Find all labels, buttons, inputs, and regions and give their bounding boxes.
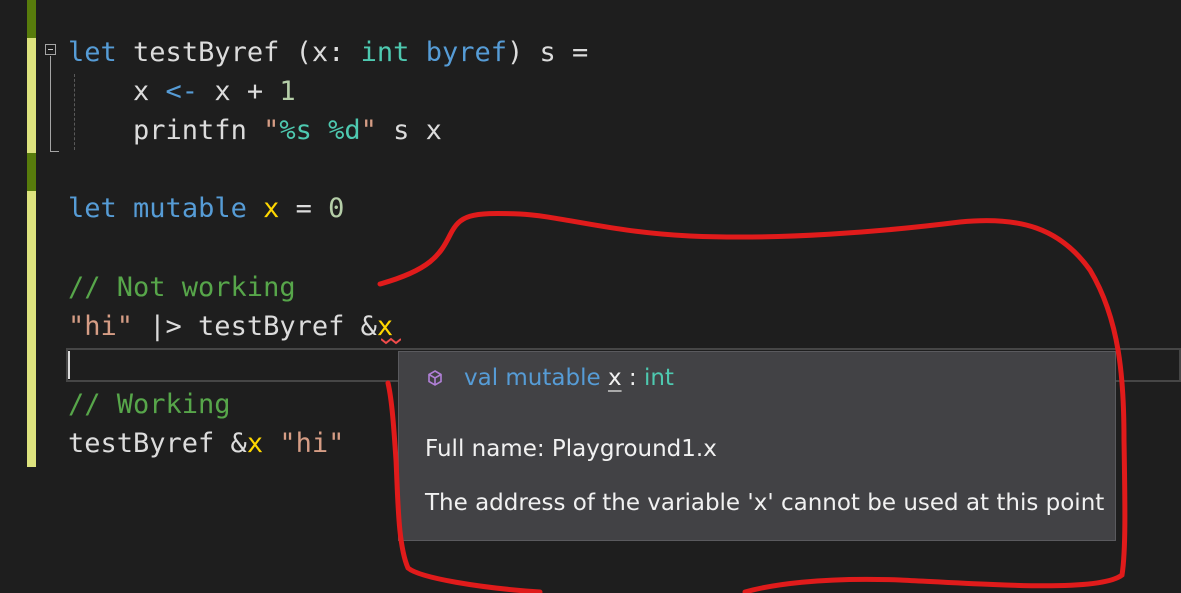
quick-info-tooltip: val mutable x : int Full name: Playgroun… xyxy=(398,351,1116,541)
gutter-changed-marker xyxy=(27,191,36,467)
tooltip-type: int xyxy=(643,365,674,391)
tooltip-full-name: Full name: Playground1.x xyxy=(425,436,717,462)
param-name: x xyxy=(311,37,329,68)
assign-operator: <- xyxy=(165,76,199,107)
code-token: s x xyxy=(376,115,442,146)
code-token: x xyxy=(133,76,166,107)
format-specifier: %s xyxy=(279,115,312,146)
code-token: : xyxy=(328,37,361,68)
field-cube-icon xyxy=(428,370,442,386)
code-line-2[interactable]: x <- x + 1 xyxy=(68,72,296,111)
tooltip-signature: val mutable x : int xyxy=(464,365,674,391)
mutable-variable: x xyxy=(263,193,280,224)
string-literal: "hi" xyxy=(68,311,134,342)
error-squiggle xyxy=(381,337,401,345)
code-token: x + xyxy=(198,76,280,107)
code-line-4[interactable]: let mutable x = 0 xyxy=(68,189,344,228)
tooltip-keyword: val mutable xyxy=(464,365,601,391)
number-literal: 1 xyxy=(279,76,296,107)
function-name: testByref xyxy=(133,37,280,68)
keyword-let: let xyxy=(68,37,117,68)
function-call: printfn xyxy=(133,115,264,146)
code-token: ( xyxy=(279,37,312,68)
gutter-saved-marker xyxy=(27,153,36,191)
code-token: testByref & xyxy=(68,428,247,459)
tooltip-symbol-link[interactable]: x xyxy=(608,365,622,391)
number-literal: 0 xyxy=(328,193,345,224)
code-comment[interactable]: // Not working xyxy=(68,268,296,307)
type-int: int xyxy=(360,37,410,68)
keyword-let: let xyxy=(68,193,117,224)
outline-end xyxy=(50,151,59,152)
keyword-mutable: mutable xyxy=(133,193,247,224)
format-specifier: %d xyxy=(328,115,361,146)
code-line-8[interactable]: testByref &x "hi" xyxy=(68,424,344,463)
code-comment[interactable]: // Working xyxy=(68,385,231,424)
code-line-3[interactable]: printfn "%s %d" s x xyxy=(68,111,442,150)
code-token: |> testByref & xyxy=(133,311,377,342)
tooltip-colon: : xyxy=(621,365,644,391)
string-quote: " xyxy=(360,115,377,146)
code-line-6[interactable]: "hi" |> testByref &x xyxy=(68,307,393,346)
text-caret xyxy=(68,351,70,379)
string-literal: "hi" xyxy=(279,428,345,459)
string-space xyxy=(312,115,328,146)
mutable-variable: x xyxy=(246,428,264,459)
gutter-saved-marker xyxy=(27,0,36,38)
code-token: ) s = xyxy=(506,37,589,68)
keyword-byref: byref xyxy=(425,37,507,68)
code-token: = xyxy=(279,193,329,224)
tooltip-error-message: The address of the variable 'x' cannot b… xyxy=(425,490,1105,516)
outline-line xyxy=(50,56,51,152)
collapse-icon[interactable] xyxy=(45,44,56,55)
code-editor[interactable]: let testByref (x: int byref) s = x <- x … xyxy=(0,0,1181,593)
code-line-1[interactable]: let testByref (x: int byref) s = xyxy=(68,33,588,72)
gutter-changed-marker xyxy=(27,38,36,153)
string-quote: " xyxy=(263,115,280,146)
